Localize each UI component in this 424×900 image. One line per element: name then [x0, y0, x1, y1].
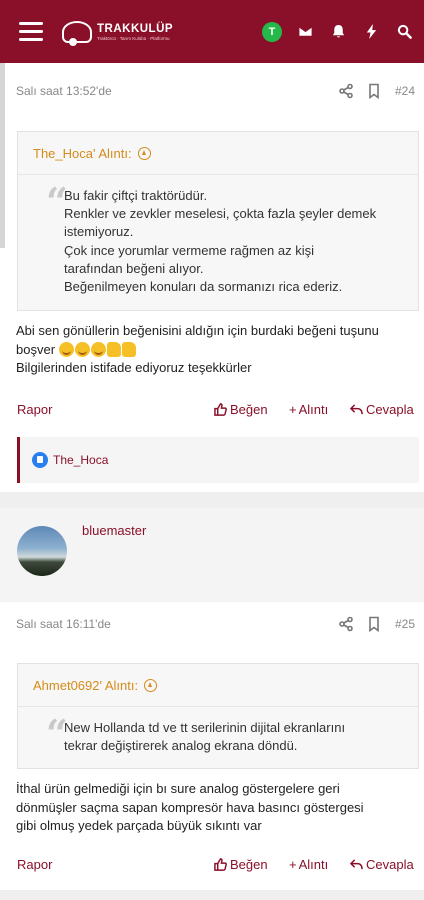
like-label: Beğen: [230, 857, 268, 872]
envelope-icon[interactable]: [296, 22, 315, 41]
like-reaction-icon: [32, 452, 48, 468]
thumbs-up-icon: [214, 858, 227, 871]
smile-emoji-icon: [58, 341, 74, 357]
quote-line: Bu fakir çiftçi traktörüdür.: [64, 188, 208, 203]
author-username[interactable]: bluemaster: [82, 523, 146, 538]
bolt-icon[interactable]: [362, 22, 381, 41]
post-actions: Rapor Beğen + Alıntı Cevapla: [0, 851, 424, 881]
plus-icon: +: [289, 857, 297, 872]
post-time[interactable]: Salı saat 13:52'de: [16, 84, 112, 98]
quote-header[interactable]: The_Hoca' Alıntı:: [18, 132, 418, 175]
post-line: gibi olmuş yedek parçada büyük sıkıntı v…: [16, 818, 262, 833]
post-line-emoji: boşver: [16, 341, 420, 360]
search-icon[interactable]: [395, 22, 414, 41]
quote-line: tarafından beğeni alıyor.: [64, 260, 204, 276]
report-button[interactable]: Rapor: [17, 857, 52, 872]
reply-icon: [350, 859, 363, 870]
quote-button[interactable]: + Alıntı: [289, 402, 328, 417]
bookmark-icon[interactable]: [366, 83, 382, 100]
reply-button[interactable]: Cevapla: [350, 857, 414, 872]
quote-block: The_Hoca' Alıntı: “ Bu fakir çiftçi trak…: [17, 131, 419, 311]
quote-author[interactable]: Ahmet0692' Alıntı:: [33, 678, 138, 693]
reply-icon: [350, 404, 363, 415]
liked-by-user[interactable]: The_Hoca: [53, 453, 108, 467]
reply-button[interactable]: Cevapla: [350, 402, 414, 417]
logo-name: TRAKKULÜP: [97, 22, 174, 35]
reply-label: Cevapla: [366, 402, 414, 417]
post-line: Abi sen gönüllerin beğenisini aldığın iç…: [16, 323, 379, 338]
post-body: İthal ürün gelmediği için bı sure analog…: [16, 780, 420, 836]
quote-mark-icon: “: [46, 179, 68, 224]
quote-line: Renkler ve zevkler meselesi, çokta fazla…: [64, 206, 377, 222]
quote-line: New Hollanda td ve tt serilerinin dijita…: [64, 720, 346, 735]
menu-icon[interactable]: [19, 22, 43, 42]
post-line-text: boşver: [16, 341, 56, 357]
post-meta-25: Salı saat 16:11'de #25: [0, 596, 424, 652]
post-time[interactable]: Salı saat 16:11'de: [16, 617, 111, 631]
share-icon[interactable]: [338, 83, 354, 99]
post-line: dönmüşler saçma sapan kompresör hava bas…: [16, 799, 364, 815]
like-label: Beğen: [230, 402, 268, 417]
user-avatar-button[interactable]: T: [262, 21, 282, 42]
post-separator: [0, 492, 424, 508]
reactions-bar[interactable]: The_Hoca: [17, 437, 419, 483]
avatar[interactable]: [17, 526, 67, 576]
quote-content: “ New Hollanda td ve tt serilerinin diji…: [28, 707, 418, 768]
quote-button[interactable]: + Alıntı: [289, 857, 328, 872]
quote-label: Alıntı: [298, 857, 329, 872]
post-number[interactable]: #24: [395, 84, 415, 98]
post-line: Bilgilerinden istifade ediyoruz teşekkür…: [16, 360, 252, 375]
post-actions: Rapor Beğen + Alıntı Cevapla: [0, 396, 424, 426]
bell-icon[interactable]: [329, 22, 348, 41]
post-meta-24: Salı saat 13:52'de #24: [0, 63, 424, 119]
post-body: Abi sen gönüllerin beğenisini aldığın iç…: [16, 322, 420, 378]
jump-to-quote-icon[interactable]: [137, 146, 151, 160]
thumbs-up-emoji-icon: [121, 341, 136, 357]
jump-to-quote-icon[interactable]: [144, 678, 158, 692]
quote-line: istemiyoruz.: [64, 224, 134, 240]
like-button[interactable]: Beğen: [214, 857, 268, 872]
report-button[interactable]: Rapor: [17, 402, 52, 417]
smile-emoji-icon: [90, 341, 106, 357]
quote-header[interactable]: Ahmet0692' Alıntı:: [18, 664, 418, 707]
thumbs-up-icon: [214, 403, 227, 416]
quote-line: Beğenilmeyen konuları da sormanızı rica …: [64, 279, 343, 295]
quote-mark-icon: “: [46, 711, 68, 756]
post-author-block: bluemaster: [0, 508, 424, 602]
top-navigation-bar: TRAKKULÜP Traktörcü · Tarım Kulübü · Pla…: [0, 0, 424, 63]
plus-icon: +: [289, 402, 297, 417]
quote-label: Alıntı: [298, 402, 329, 417]
share-icon[interactable]: [338, 616, 354, 632]
quote-content: “ Bu fakir çiftçi traktörüdür. Renkler v…: [28, 175, 418, 309]
thumbs-up-emoji-icon: [106, 341, 121, 357]
post-number[interactable]: #25: [395, 617, 415, 631]
post-separator: [0, 890, 424, 900]
quote-author[interactable]: The_Hoca' Alıntı:: [33, 146, 132, 161]
reply-label: Cevapla: [366, 857, 414, 872]
like-button[interactable]: Beğen: [214, 402, 268, 417]
tractor-logo-icon: [62, 21, 92, 46]
post-line: İthal ürün gelmediği için bı sure analog…: [16, 781, 340, 796]
bookmark-icon[interactable]: [366, 616, 382, 633]
quote-block: Ahmet0692' Alıntı: “ New Hollanda td ve …: [17, 663, 419, 769]
quote-line: Çok ince yorumlar vermeme rağmen az kişi: [64, 242, 314, 258]
quote-line: tekrar değiştirerek analog ekrana döndü.: [64, 738, 298, 754]
smile-emoji-icon: [74, 341, 90, 357]
logo-tagline: Traktörcü · Tarım Kulübü · Platformu: [97, 35, 170, 41]
site-logo[interactable]: TRAKKULÜP Traktörcü · Tarım Kulübü · Pla…: [62, 18, 173, 46]
